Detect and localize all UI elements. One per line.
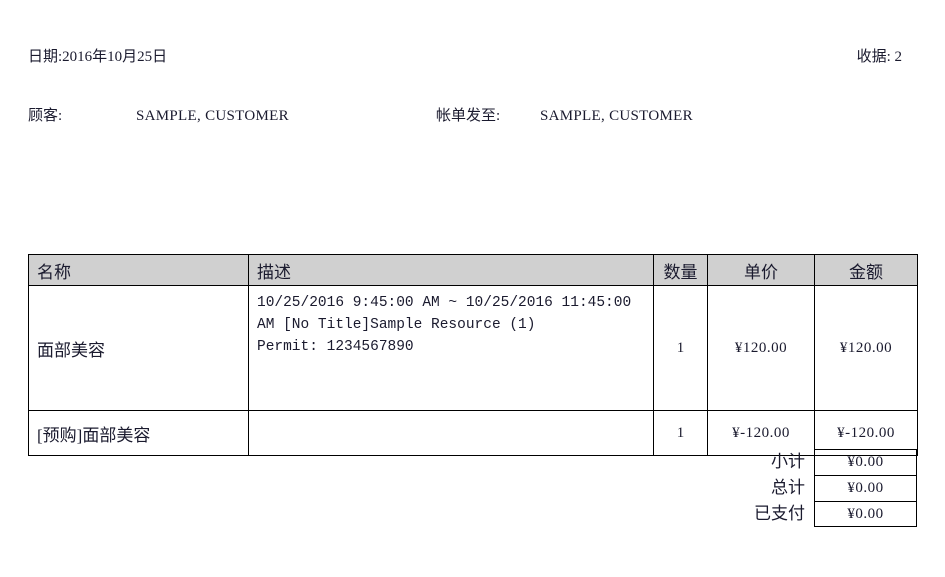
receipt-number: 收据: 2 — [856, 49, 902, 65]
column-header-quantity: 数量 — [653, 254, 708, 286]
totals-section: 小计 ¥0.00 总计 ¥0.00 已支付 ¥0.00 — [700, 449, 917, 527]
column-header-name: 名称 — [28, 254, 249, 286]
column-header-unit-price: 单价 — [707, 254, 815, 286]
item-name: [预购]面部美容 — [28, 410, 249, 456]
item-unit-price: ¥120.00 — [707, 285, 815, 411]
item-description — [248, 410, 654, 456]
subtotal-label: 小计 — [771, 452, 805, 471]
item-quantity: 1 — [653, 285, 708, 411]
item-amount: ¥120.00 — [814, 285, 918, 411]
paid-label: 已支付 — [754, 504, 805, 523]
totals-row-subtotal: 小计 ¥0.00 — [700, 449, 917, 475]
table-header-row: 名称 描述 数量 单价 金额 — [28, 254, 918, 286]
total-value: ¥0.00 — [814, 475, 917, 501]
customer-label: 顾客: — [28, 108, 63, 124]
bill-to-name: SAMPLE, CUSTOMER — [540, 108, 693, 124]
subtotal-value: ¥0.00 — [814, 449, 917, 475]
bill-to-label: 帐单发至: — [436, 108, 501, 124]
total-label: 总计 — [771, 478, 805, 497]
item-description: 10/25/2016 9:45:00 AM ~ 10/25/2016 11:45… — [248, 285, 654, 411]
totals-row-paid: 已支付 ¥0.00 — [700, 501, 917, 527]
receipt-date: 日期:2016年10月25日 — [28, 49, 168, 65]
table-row: 面部美容 10/25/2016 9:45:00 AM ~ 10/25/2016 … — [28, 285, 918, 411]
column-header-amount: 金额 — [814, 254, 918, 286]
item-name: 面部美容 — [28, 285, 249, 411]
customer-name: SAMPLE, CUSTOMER — [136, 108, 289, 124]
column-header-description: 描述 — [248, 254, 654, 286]
receipt-document: 日期:2016年10月25日 收据: 2 顾客: SAMPLE, CUSTOME… — [0, 0, 945, 577]
line-items-table: 名称 描述 数量 单价 金额 面部美容 10/25/2016 9:45:00 A… — [28, 254, 918, 456]
paid-value: ¥0.00 — [814, 501, 917, 527]
totals-row-total: 总计 ¥0.00 — [700, 475, 917, 501]
